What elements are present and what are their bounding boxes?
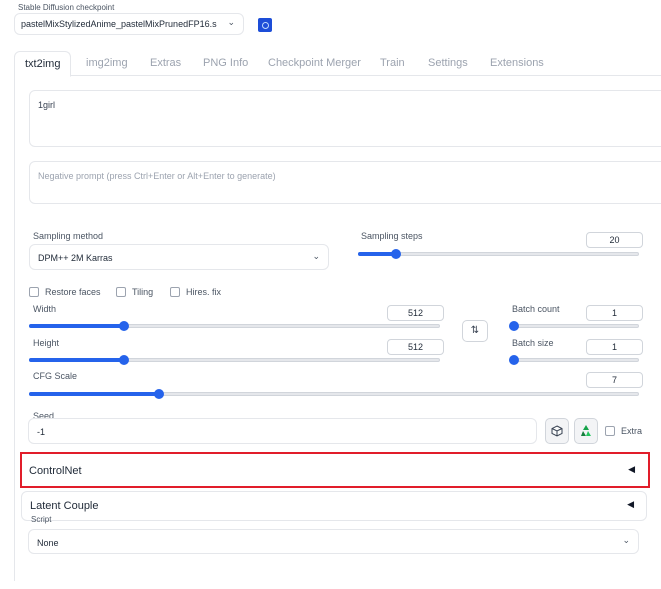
extra-seed-checkbox[interactable]: [605, 426, 615, 436]
cfg-scale-label: CFG Scale: [33, 371, 78, 381]
controlnet-accordion[interactable]: ControlNet ◀: [23, 455, 647, 485]
sampling-steps-slider[interactable]: [358, 249, 639, 259]
collapse-arrow-icon: ◀: [627, 499, 634, 509]
restore-faces-option[interactable]: Restore faces: [29, 286, 101, 298]
batch-count-number[interactable]: 1: [586, 305, 643, 321]
chevron-down-icon: ⌄: [622, 535, 630, 545]
tiling-checkbox[interactable]: [116, 287, 126, 297]
tab-png-info[interactable]: PNG Info: [203, 51, 248, 76]
extra-seed-option[interactable]: Extra: [605, 426, 642, 436]
chevron-down-icon: ⌄: [227, 17, 235, 27]
random-seed-button[interactable]: [545, 418, 569, 444]
restore-faces-label: Restore faces: [45, 287, 101, 297]
script-value: None: [37, 538, 59, 548]
height-slider[interactable]: [29, 355, 440, 365]
script-label: Script: [31, 515, 52, 524]
tiling-option[interactable]: Tiling: [116, 286, 153, 298]
dice-icon: [551, 425, 563, 437]
checkpoint-select[interactable]: pastelMixStylizedAnime_pastelMixPrunedFP…: [14, 13, 244, 35]
batch-size-slider[interactable]: [509, 355, 639, 365]
cfg-scale-slider-thumb[interactable]: [154, 389, 164, 399]
height-label: Height: [33, 338, 60, 348]
hires-fix-label: Hires. fix: [186, 287, 222, 297]
width-slider[interactable]: [29, 321, 440, 331]
negative-prompt-placeholder: Negative prompt (press Ctrl+Enter or Alt…: [38, 171, 276, 181]
batch-count-slider-thumb[interactable]: [509, 321, 519, 331]
panel-border: [14, 76, 15, 581]
refresh-icon: [261, 21, 269, 29]
swap-icon: ⇅: [470, 325, 480, 336]
extra-seed-label: Extra: [621, 426, 643, 436]
cfg-scale-number[interactable]: 7: [586, 372, 643, 388]
restore-faces-checkbox[interactable]: [29, 287, 39, 297]
hires-fix-checkbox[interactable]: [170, 287, 180, 297]
width-slider-thumb[interactable]: [119, 321, 129, 331]
negative-prompt-input[interactable]: Negative prompt (press Ctrl+Enter or Alt…: [29, 161, 661, 204]
collapse-arrow-icon: ◀: [628, 464, 635, 474]
refresh-checkpoint-button[interactable]: [258, 18, 272, 32]
batch-size-label: Batch size: [512, 338, 554, 348]
tab-txt2img[interactable]: txt2img: [14, 51, 72, 77]
tiling-label: Tiling: [132, 287, 154, 297]
checkpoint-value: pastelMixStylizedAnime_pastelMixPrunedFP…: [21, 19, 217, 29]
height-number[interactable]: 512: [387, 339, 444, 355]
controlnet-title: ControlNet: [29, 465, 82, 477]
batch-count-slider[interactable]: [509, 321, 639, 331]
height-slider-thumb[interactable]: [119, 355, 129, 365]
sampling-steps-thumb[interactable]: [391, 249, 401, 259]
prompt-input[interactable]: 1girl: [29, 90, 661, 147]
batch-count-label: Batch count: [512, 304, 560, 314]
sampling-method-value: DPM++ 2M Karras: [38, 253, 113, 263]
hires-fix-option[interactable]: Hires. fix: [170, 286, 221, 298]
tab-img2img[interactable]: img2img: [86, 51, 128, 76]
latent-couple-accordion[interactable]: Latent Couple ◀: [21, 491, 647, 521]
prompt-text: 1girl: [38, 100, 56, 110]
sampling-method-select[interactable]: DPM++ 2M Karras ⌄: [29, 244, 329, 270]
recycle-icon: [581, 425, 591, 436]
main-tabs: txt2img img2img Extras PNG Info Checkpoi…: [14, 51, 661, 77]
seed-input[interactable]: -1: [28, 418, 537, 444]
checkpoint-label: Stable Diffusion checkpoint: [18, 3, 115, 12]
cfg-scale-slider[interactable]: [29, 389, 639, 399]
reuse-seed-button[interactable]: [574, 418, 598, 444]
tab-settings[interactable]: Settings: [428, 51, 468, 76]
sampling-method-label: Sampling method: [33, 231, 104, 241]
width-number[interactable]: 512: [387, 305, 444, 321]
batch-size-slider-thumb[interactable]: [509, 355, 519, 365]
tab-extras[interactable]: Extras: [150, 51, 181, 76]
tab-checkpoint-merger[interactable]: Checkpoint Merger: [268, 51, 361, 76]
tab-extensions[interactable]: Extensions: [490, 51, 544, 76]
sampling-steps-number[interactable]: 20: [586, 232, 643, 248]
width-label: Width: [33, 304, 57, 314]
batch-size-number[interactable]: 1: [586, 339, 643, 355]
swap-dimensions-button[interactable]: ⇅: [462, 320, 488, 342]
chevron-down-icon: ⌄: [312, 251, 320, 261]
seed-value: -1: [37, 427, 46, 437]
latent-couple-title: Latent Couple: [30, 500, 99, 512]
tab-train[interactable]: Train: [380, 51, 405, 76]
script-select[interactable]: None ⌄: [28, 529, 639, 554]
sampling-steps-label: Sampling steps: [361, 231, 423, 241]
